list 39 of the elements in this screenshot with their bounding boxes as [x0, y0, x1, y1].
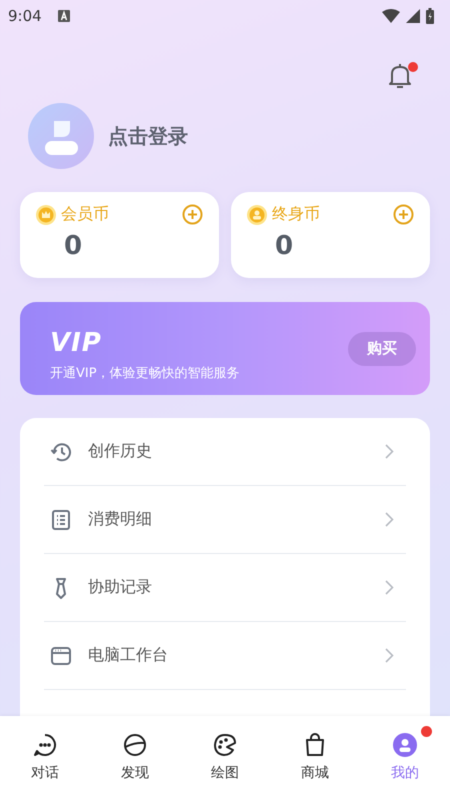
- menu-item[interactable]: 电脑工作台: [44, 622, 406, 690]
- status-time: 9:04: [8, 7, 42, 25]
- menu-item[interactable]: 协助记录: [44, 554, 406, 622]
- coin-label: 会员币: [61, 204, 109, 225]
- chevron-right-icon: [385, 512, 394, 527]
- coin-amount: 0: [64, 231, 82, 261]
- coin-amount: 0: [275, 231, 294, 261]
- menu-item[interactable]: 创作历史: [44, 418, 406, 486]
- tab[interactable]: 发现: [90, 716, 180, 800]
- chevron-right-icon: [385, 444, 394, 459]
- crown-coin-icon: [36, 204, 56, 224]
- plus-icon: [182, 204, 203, 225]
- palette-icon: [212, 732, 238, 758]
- bell-icon: [387, 62, 413, 90]
- window-icon: [50, 644, 72, 666]
- avatar-icon[interactable]: [28, 103, 94, 169]
- history-icon: [50, 440, 72, 462]
- person-coin-icon: [247, 204, 267, 224]
- add-coin-button[interactable]: [182, 204, 203, 225]
- wifi-icon: [382, 9, 400, 23]
- chevron-right-icon: [385, 648, 394, 663]
- planet-icon: [122, 732, 148, 758]
- tab[interactable]: 绘图: [180, 716, 270, 800]
- avatar-icon: [392, 732, 418, 758]
- chevron-right-icon: [385, 580, 394, 595]
- tab[interactable]: 商城: [270, 716, 360, 800]
- vip-title: VIP: [50, 328, 102, 358]
- login-link[interactable]: 点击登录: [108, 122, 188, 150]
- plus-icon: [393, 204, 414, 225]
- signal-icon: [406, 9, 420, 23]
- add-coin-button[interactable]: [393, 204, 414, 225]
- list-icon: [50, 508, 72, 530]
- tab[interactable]: 我的: [360, 716, 450, 800]
- tab[interactable]: 对话: [0, 716, 90, 800]
- battery-icon: [426, 8, 434, 24]
- vip-subtitle: 开通VIP，体验更畅快的智能服务: [50, 364, 240, 382]
- menu-item[interactable]: 消费明细: [44, 486, 406, 554]
- coin-label: 终身币: [272, 204, 320, 225]
- chat-bubble-icon: [32, 732, 58, 758]
